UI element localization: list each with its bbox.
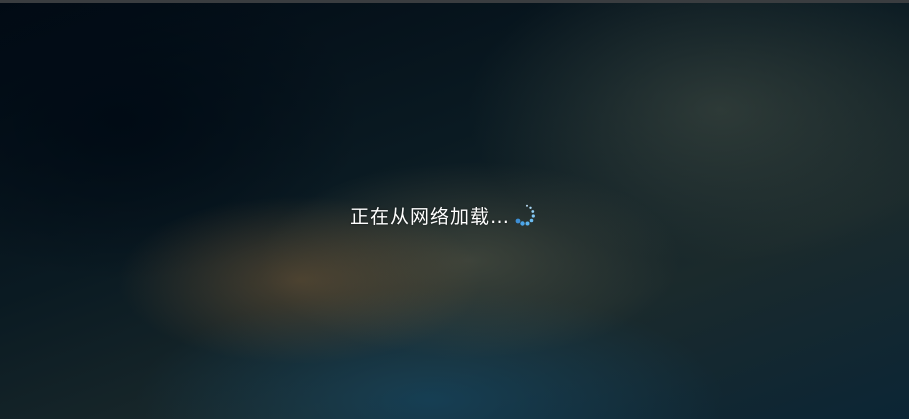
top-edge-bar [0, 0, 909, 3]
loading-spinner-icon [515, 204, 535, 226]
loading-indicator: 正在从网络加载… [350, 200, 538, 230]
loading-message: 正在从网络加载… [350, 205, 511, 228]
loading-screen: 正在从网络加载… [0, 0, 909, 419]
